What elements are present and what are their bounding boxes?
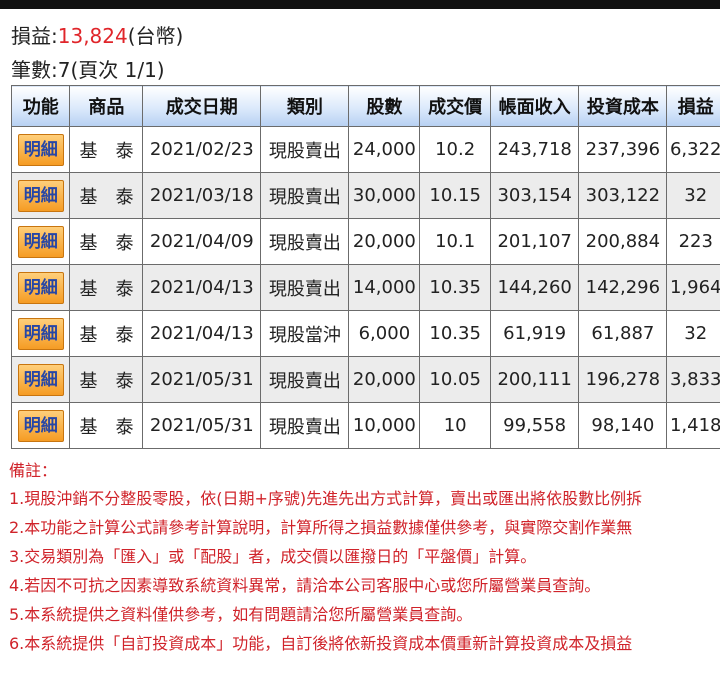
price: 10.1 <box>419 218 492 265</box>
product-link[interactable]: 基泰 <box>69 126 144 173</box>
investment-cost: 61,887 <box>578 310 668 357</box>
product-link[interactable]: 基泰 <box>69 264 144 311</box>
investment-cost: 200,884 <box>578 218 668 265</box>
profit-loss: 223 <box>666 218 720 265</box>
pl-label: 損益: <box>11 24 58 48</box>
detail-button[interactable]: 明細 <box>17 317 64 350</box>
trade-type: 現股賣出 <box>260 402 350 449</box>
profit-loss: 6,322 <box>666 126 720 173</box>
product-link[interactable]: 基泰 <box>69 310 144 357</box>
profit-loss: 32 <box>666 172 720 219</box>
pl-total-value: 13,824 <box>57 24 128 48</box>
book-income: 243,718 <box>490 126 580 173</box>
shares: 30,000 <box>348 172 421 219</box>
trade-date: 2021/04/13 <box>142 264 262 311</box>
book-income: 201,107 <box>490 218 580 265</box>
profit-loss: 32 <box>666 310 720 357</box>
detail-button[interactable]: 明細 <box>17 133 64 166</box>
col-header-type: 類別 <box>260 85 350 127</box>
profit-loss: 1,418 <box>666 402 720 449</box>
note-line: 2.本功能之計算公式請參考計算說明，計算所得之損益數據僅供參考，與實際交割作業無 <box>9 518 633 537</box>
profit-loss: 3,833 <box>666 356 720 403</box>
book-income: 303,154 <box>490 172 580 219</box>
book-income: 144,260 <box>490 264 580 311</box>
book-income: 99,558 <box>490 402 580 449</box>
detail-button[interactable]: 明細 <box>17 225 64 258</box>
note-line: 5.本系統提供之資料僅供參考，如有問題請洽您所屬營業員查詢。 <box>9 605 473 624</box>
shares: 14,000 <box>348 264 421 311</box>
table-row: 明細 基泰 2021/03/18 現股賣出 30,000 10.15 303,1… <box>10 172 720 219</box>
book-income: 61,919 <box>490 310 580 357</box>
price: 10.05 <box>419 356 492 403</box>
price: 10.35 <box>419 310 492 357</box>
shares: 20,000 <box>348 218 421 265</box>
col-header-product: 商品 <box>69 85 144 127</box>
col-header-income: 帳面收入 <box>490 85 580 127</box>
trade-type: 現股當沖 <box>260 310 350 357</box>
product-link[interactable]: 基泰 <box>69 402 144 449</box>
shares: 10,000 <box>348 402 421 449</box>
detail-button[interactable]: 明細 <box>17 363 64 396</box>
trade-date: 2021/04/09 <box>142 218 262 265</box>
pl-unit: (台幣) <box>127 24 184 48</box>
table-row: 明細 基泰 2021/05/31 現股賣出 10,000 10 99,558 9… <box>10 402 720 449</box>
trade-table: 功能 商品 成交日期 類別 股數 成交價 帳面收入 投資成本 損益 明細 基泰 … <box>10 85 720 449</box>
col-header-pl: 損益 <box>666 85 720 127</box>
product-link[interactable]: 基泰 <box>69 356 144 403</box>
price: 10.35 <box>419 264 492 311</box>
product-link[interactable]: 基泰 <box>69 218 144 265</box>
notes-title: 備註： <box>9 461 58 480</box>
table-header-row: 功能 商品 成交日期 類別 股數 成交價 帳面收入 投資成本 損益 <box>10 85 720 127</box>
col-header-date: 成交日期 <box>142 85 262 127</box>
note-line: 4.若因不可抗之因素導致系統資料異常，請洽本公司客服中心或您所屬營業員查詢。 <box>9 576 601 595</box>
investment-cost: 142,296 <box>578 264 668 311</box>
investment-cost: 98,140 <box>578 402 668 449</box>
trade-type: 現股賣出 <box>260 126 350 173</box>
trade-date: 2021/05/31 <box>142 356 262 403</box>
col-header-cost: 投資成本 <box>578 85 668 127</box>
shares: 20,000 <box>348 356 421 403</box>
status-bar <box>0 0 720 9</box>
table-row: 明細 基泰 2021/04/13 現股賣出 14,000 10.35 144,2… <box>10 264 720 311</box>
notes-section: 備註： 1.現股沖銷不分整股零股，依(日期+序號)先進先出方式計算，賣出或匯出將… <box>9 458 720 658</box>
detail-button[interactable]: 明細 <box>17 179 64 212</box>
note-line: 3.交易類別為「匯入」或「配股」者，成交價以匯撥日的「平盤價」計算。 <box>9 547 537 566</box>
col-header-function: 功能 <box>10 85 71 127</box>
detail-button[interactable]: 明細 <box>17 271 64 304</box>
price: 10.2 <box>419 126 492 173</box>
trade-date: 2021/04/13 <box>142 310 262 357</box>
table-row: 明細 基泰 2021/02/23 現股賣出 24,000 10.2 243,71… <box>10 126 720 173</box>
shares: 6,000 <box>348 310 421 357</box>
trade-date: 2021/03/18 <box>142 172 262 219</box>
note-line: 1.現股沖銷不分整股零股，依(日期+序號)先進先出方式計算，賣出或匯出將依股數比… <box>9 489 643 508</box>
book-income: 200,111 <box>490 356 580 403</box>
trade-date: 2021/02/23 <box>142 126 262 173</box>
price: 10 <box>419 402 492 449</box>
investment-cost: 196,278 <box>578 356 668 403</box>
trade-type: 現股賣出 <box>260 264 350 311</box>
col-header-price: 成交價 <box>419 85 492 127</box>
table-row: 明細 基泰 2021/05/31 現股賣出 20,000 10.05 200,1… <box>10 356 720 403</box>
investment-cost: 237,396 <box>578 126 668 173</box>
trade-date: 2021/05/31 <box>142 402 262 449</box>
investment-cost: 303,122 <box>578 172 668 219</box>
note-line: 6.本系統提供「自訂投資成本」功能，自訂後將依新投資成本價重新計算投資成本及損益 <box>9 634 633 653</box>
detail-button[interactable]: 明細 <box>17 409 64 442</box>
total-pl-summary: 損益:13,824(台幣) <box>11 24 183 48</box>
table-row: 明細 基泰 2021/04/13 現股當沖 6,000 10.35 61,919… <box>10 310 720 357</box>
table-row: 明細 基泰 2021/04/09 現股賣出 20,000 10.1 201,10… <box>10 218 720 265</box>
col-header-shares: 股數 <box>348 85 421 127</box>
profit-loss: 1,964 <box>666 264 720 311</box>
shares: 24,000 <box>348 126 421 173</box>
price: 10.15 <box>419 172 492 219</box>
product-link[interactable]: 基泰 <box>69 172 144 219</box>
trade-type: 現股賣出 <box>260 356 350 403</box>
trade-type: 現股賣出 <box>260 218 350 265</box>
record-count: 筆數:7(頁次 1/1) <box>11 58 165 82</box>
trade-type: 現股賣出 <box>260 172 350 219</box>
